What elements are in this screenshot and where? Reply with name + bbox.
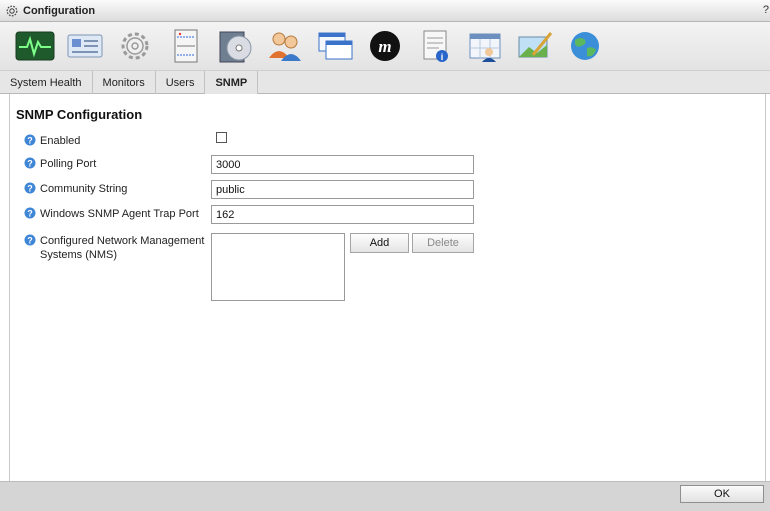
- nms-label-line1: Configured Network Management: [40, 235, 205, 247]
- polling-port-field[interactable]: [211, 155, 474, 174]
- tab-system-health[interactable]: System Health: [0, 71, 93, 94]
- svg-text:?: ?: [27, 236, 33, 246]
- svg-text:?: ?: [27, 184, 33, 194]
- enabled-row-label: ? Enabled: [24, 134, 80, 148]
- tab-bar: System Health Monitors Users SNMP: [0, 70, 770, 94]
- add-button[interactable]: Add: [350, 233, 409, 253]
- polling-port-label: Polling Port: [40, 158, 97, 170]
- svg-text:i: i: [441, 52, 444, 62]
- ok-button[interactable]: OK: [680, 485, 764, 503]
- trap-port-row-label: ? Windows SNMP Agent Trap Port: [24, 207, 199, 221]
- enabled-checkbox[interactable]: [216, 132, 227, 143]
- help-icon[interactable]: ?: [24, 134, 36, 146]
- help-icon[interactable]: ?: [24, 182, 36, 194]
- users-icon[interactable]: [260, 24, 310, 68]
- polling-port-row-label: ? Polling Port: [24, 157, 96, 171]
- section-title: SNMP Configuration: [16, 107, 143, 122]
- server-icon[interactable]: [160, 24, 210, 68]
- image-edit-icon[interactable]: [510, 24, 560, 68]
- svg-text:?: ?: [27, 159, 33, 169]
- svg-text:?: ?: [27, 209, 33, 219]
- community-string-row-label: ? Community String: [24, 182, 127, 196]
- disc-install-icon[interactable]: [210, 24, 260, 68]
- enabled-label: Enabled: [40, 135, 81, 147]
- id-card-icon[interactable]: [60, 24, 110, 68]
- svg-text:m: m: [378, 37, 391, 56]
- nms-row-label: ? Configured Network Management Systems …: [24, 234, 204, 262]
- windows-icon[interactable]: [310, 24, 360, 68]
- title-bar: Configuration ?: [0, 0, 770, 22]
- footer-bar: [0, 481, 770, 511]
- trap-port-field[interactable]: [211, 205, 474, 224]
- help-icon[interactable]: ?: [24, 207, 36, 219]
- tab-monitors[interactable]: Monitors: [93, 71, 156, 94]
- globe-icon[interactable]: [560, 24, 610, 68]
- community-string-label: Community String: [40, 183, 128, 195]
- delete-button[interactable]: Delete: [412, 233, 474, 253]
- trap-port-label: Windows SNMP Agent Trap Port: [40, 208, 199, 220]
- report-info-icon[interactable]: i: [410, 24, 460, 68]
- gear-icon: [6, 5, 18, 16]
- nms-label: Configured Network Management Systems (N…: [40, 234, 204, 262]
- content-panel: [9, 94, 766, 481]
- help-icon[interactable]: ?: [24, 157, 36, 169]
- help-icon[interactable]: ?: [24, 234, 36, 246]
- calendar-user-icon[interactable]: [460, 24, 510, 68]
- svg-text:?: ?: [27, 136, 33, 146]
- tab-snmp[interactable]: SNMP: [205, 71, 259, 94]
- window-title: Configuration: [23, 4, 96, 17]
- tab-users[interactable]: Users: [156, 71, 206, 94]
- community-string-field[interactable]: [211, 180, 474, 199]
- system-health-icon[interactable]: [10, 24, 60, 68]
- nms-list[interactable]: [211, 233, 345, 301]
- nms-label-line2: Systems (NMS): [40, 249, 117, 261]
- help-button[interactable]: ?: [763, 4, 769, 16]
- toolbar: m i: [0, 22, 770, 70]
- gear-icon[interactable]: [110, 24, 160, 68]
- m-logo-icon[interactable]: m: [360, 24, 410, 68]
